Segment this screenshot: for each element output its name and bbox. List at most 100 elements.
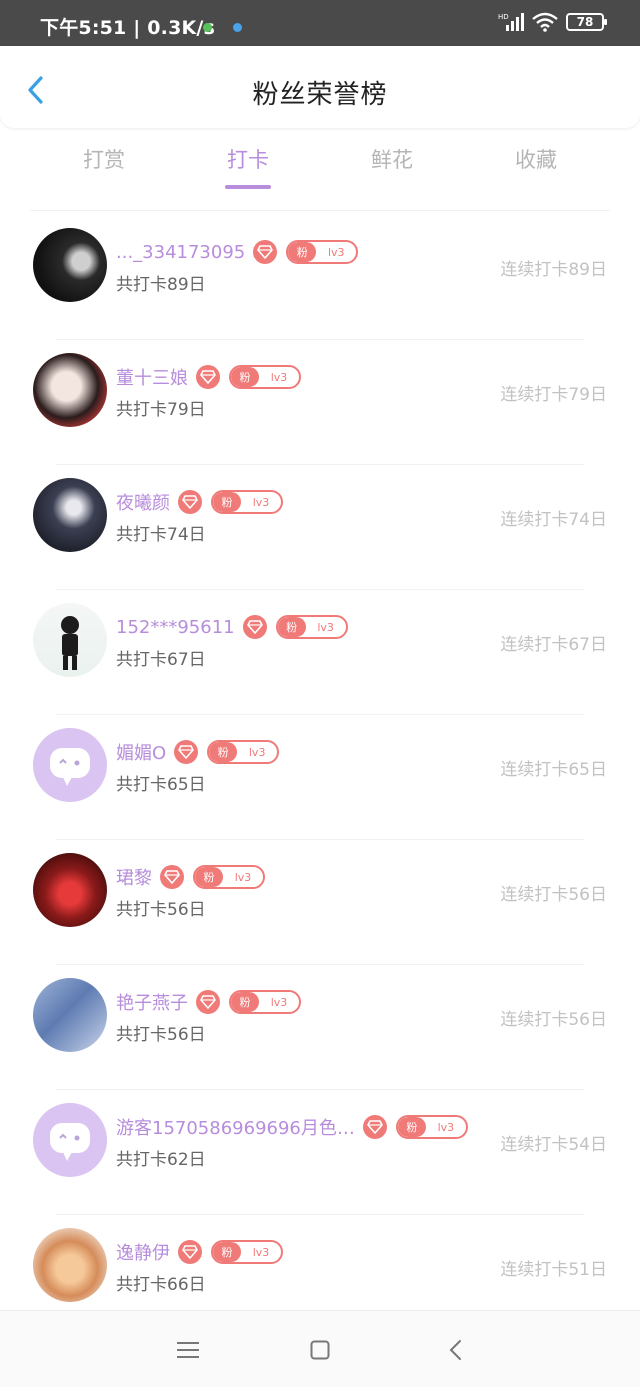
- back-triangle-icon: [449, 1340, 461, 1360]
- checkin-streak: 连续打卡89日: [500, 260, 607, 280]
- ranking-row[interactable]: 媚媚O 粉 lv3 共打卡65日 连续打卡65日: [0, 715, 640, 840]
- avatar[interactable]: [33, 1228, 107, 1302]
- status-time-speed: 下午5:51 | 0.3K/s: [40, 17, 216, 39]
- fan-label: 粉: [213, 1242, 241, 1262]
- avatar[interactable]: [33, 228, 107, 302]
- system-back-button[interactable]: [440, 1335, 470, 1365]
- notification-dot-blue: [233, 23, 242, 32]
- fan-level: lv3: [270, 995, 288, 1009]
- name-line: 夜曦颜 粉 lv3: [116, 489, 283, 515]
- total-checkins: 共打卡79日: [116, 400, 206, 420]
- avatar[interactable]: [33, 478, 107, 552]
- fan-level: lv3: [317, 620, 334, 634]
- total-checkins: 共打卡62日: [116, 1150, 206, 1170]
- battery-icon: 78: [566, 13, 607, 31]
- ranking-row[interactable]: ..._334173095 粉 lv3 共打卡89日 连续打卡89日: [0, 215, 640, 340]
- status-bar: 下午5:51 | 0.3K/s HD 78: [0, 0, 640, 46]
- notification-dot-green: [203, 23, 212, 32]
- name-line: 媚媚O 粉 lv3: [116, 739, 280, 765]
- name-line: 152***95611 粉 lv3: [116, 614, 348, 640]
- system-nav-bar: [0, 1310, 640, 1387]
- user-name[interactable]: 董十三娘: [116, 364, 188, 390]
- fan-label: 粉: [397, 1117, 426, 1137]
- total-checkins: 共打卡56日: [116, 1025, 206, 1045]
- fan-level: lv3: [252, 1245, 270, 1259]
- fan-label: 粉: [209, 742, 238, 762]
- avatar[interactable]: [33, 353, 107, 427]
- ranking-row[interactable]: 152***95611 粉 lv3 共打卡67日 连续打卡67日: [0, 590, 640, 715]
- total-checkins: 共打卡65日: [116, 775, 206, 795]
- fan-label: 粉: [231, 992, 259, 1012]
- fan-level: lv3: [437, 1120, 455, 1134]
- fan-level-badge: 粉 lv3: [211, 490, 283, 514]
- user-name[interactable]: 夜曦颜: [116, 489, 170, 515]
- name-line: 珺黎 粉 lv3: [116, 864, 265, 890]
- total-checkins: 共打卡56日: [116, 900, 206, 920]
- fan-level-badge: 粉 lv3: [229, 365, 301, 389]
- diamond-icon: [253, 240, 278, 264]
- tab-favorites[interactable]: 收藏: [486, 144, 586, 174]
- tab-flowers[interactable]: 鲜花: [342, 144, 442, 174]
- total-checkins: 共打卡66日: [116, 1275, 206, 1295]
- fan-level-badge: 粉 lv3: [193, 865, 265, 889]
- avatar[interactable]: [33, 978, 107, 1052]
- chat-bubble-icon: [50, 1123, 90, 1161]
- ranking-row[interactable]: 珺黎 粉 lv3 共打卡56日 连续打卡56日: [0, 840, 640, 965]
- avatar[interactable]: [33, 1103, 107, 1177]
- avatar[interactable]: [33, 853, 107, 927]
- checkin-streak: 连续打卡65日: [500, 760, 607, 780]
- total-checkins: 共打卡74日: [116, 525, 206, 545]
- ranking-row[interactable]: 游客1570586969696月色… 粉 lv3 共打卡62日 连续打卡54日: [0, 1090, 640, 1215]
- diamond-icon: [196, 365, 220, 389]
- fan-level-badge: 粉 lv3: [207, 740, 280, 764]
- user-name[interactable]: 媚媚O: [116, 739, 166, 765]
- fan-level-badge: 粉 lv3: [395, 1115, 468, 1139]
- menu-button[interactable]: [173, 1335, 203, 1365]
- name-line: 董十三娘 粉 lv3: [116, 364, 301, 390]
- fan-label: 粉: [213, 492, 241, 512]
- tab-bar: 打赏 打卡 鲜花 收藏: [0, 140, 640, 200]
- fan-level: lv3: [248, 745, 266, 759]
- checkin-streak: 连续打卡67日: [500, 635, 607, 655]
- user-name[interactable]: 152***95611: [116, 617, 235, 638]
- name-line: ..._334173095 粉 lv3: [116, 239, 359, 265]
- ranking-list: ..._334173095 粉 lv3 共打卡89日 连续打卡89日 董十三娘粉 lv3 共打…: [0, 215, 640, 1340]
- fan-level: lv3: [252, 495, 270, 509]
- ranking-row[interactable]: 夜曦颜 粉 lv3 共打卡74日 连续打卡74日: [0, 465, 640, 590]
- active-tab-indicator: [225, 185, 271, 189]
- fan-level-badge: 粉 lv3: [211, 1240, 283, 1264]
- diamond-icon: [362, 1115, 387, 1139]
- fan-label: 粉: [231, 367, 259, 387]
- fan-level: lv3: [327, 245, 345, 259]
- diamond-icon: [242, 615, 267, 639]
- tab-reward[interactable]: 打赏: [54, 144, 154, 174]
- chat-bubble-icon: [50, 748, 90, 786]
- avatar[interactable]: [33, 603, 107, 677]
- name-line: 逸静伊 粉 lv3: [116, 1239, 283, 1265]
- checkin-streak: 连续打卡56日: [500, 885, 607, 905]
- page-title: 粉丝荣誉榜: [252, 80, 388, 110]
- checkin-streak: 连续打卡79日: [500, 385, 607, 405]
- user-name[interactable]: 逸静伊: [116, 1239, 170, 1265]
- total-checkins: 共打卡67日: [116, 650, 206, 670]
- fan-level-badge: 粉 lv3: [286, 240, 359, 264]
- diamond-icon: [178, 490, 202, 514]
- fan-level-badge: 粉 lv3: [275, 615, 348, 639]
- home-button[interactable]: [305, 1335, 335, 1365]
- checkin-streak: 连续打卡74日: [500, 510, 607, 530]
- wifi-icon: [532, 12, 558, 32]
- user-name[interactable]: 艳子燕子: [116, 989, 188, 1015]
- checkin-streak: 连续打卡51日: [500, 1260, 607, 1280]
- diamond-icon: [196, 990, 220, 1014]
- user-name[interactable]: ..._334173095: [116, 242, 245, 263]
- tab-checkin[interactable]: 打卡: [198, 144, 298, 174]
- fan-level-badge: 粉 lv3: [229, 990, 301, 1014]
- ranking-row[interactable]: 董十三娘 粉 lv3 共打卡79日 连续打卡79日: [0, 340, 640, 465]
- menu-icon: [177, 1342, 199, 1358]
- user-name[interactable]: 珺黎: [116, 864, 152, 890]
- ranking-row[interactable]: 艳子燕子 粉 lv3 共打卡56日 连续打卡56日: [0, 965, 640, 1090]
- user-name[interactable]: 游客1570586969696月色…: [116, 1114, 355, 1140]
- avatar[interactable]: [33, 728, 107, 802]
- fan-label: 粉: [288, 242, 317, 262]
- name-line: 艳子燕子 粉 lv3: [116, 989, 301, 1015]
